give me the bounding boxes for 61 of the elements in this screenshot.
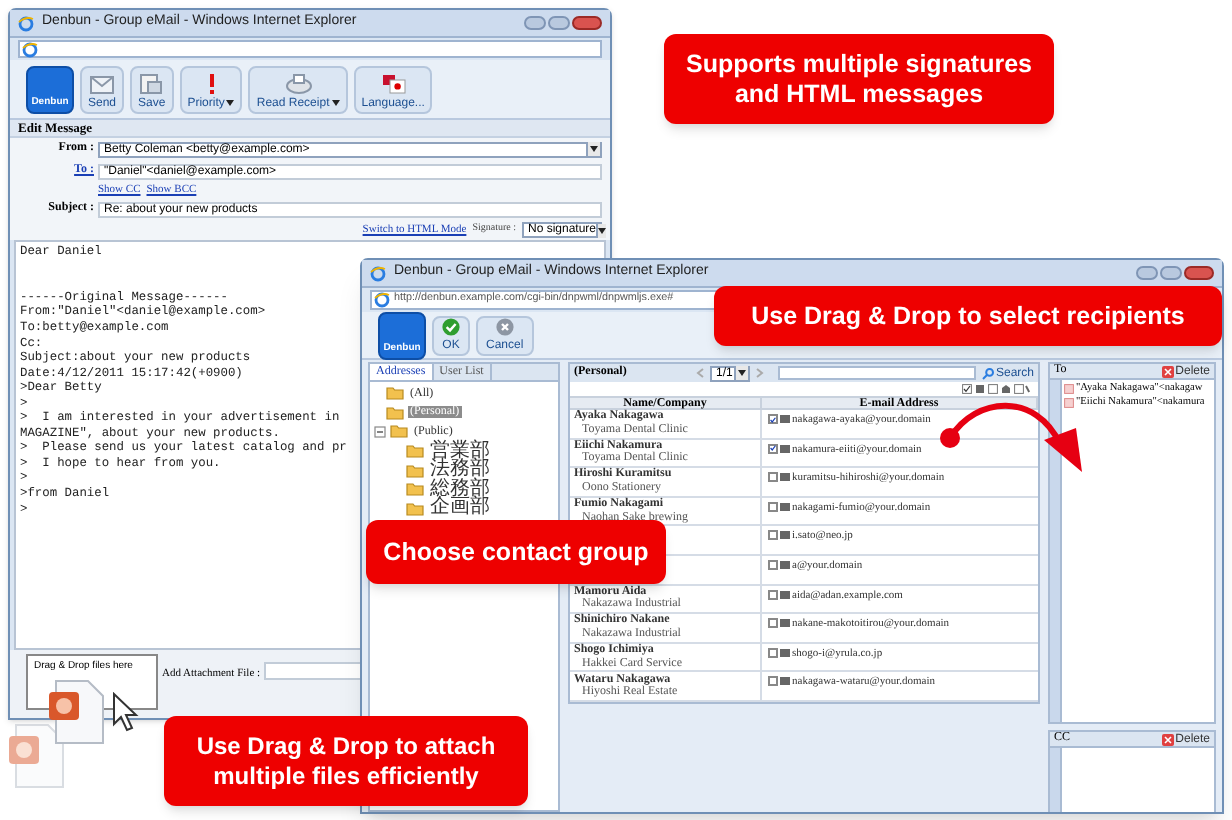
exclamation-icon	[207, 73, 216, 93]
maximize-icon[interactable]	[1160, 266, 1182, 280]
curved-arrow	[940, 402, 1082, 472]
tree-item[interactable]: 総務部	[428, 479, 492, 500]
printer-icon	[285, 73, 312, 93]
caret-icon	[738, 370, 746, 376]
browser-icon	[374, 292, 390, 308]
cross-icon	[495, 317, 514, 335]
document-icon	[140, 73, 163, 93]
checkmark-icon	[770, 415, 776, 423]
contact-card-icon	[780, 647, 790, 658]
tree-item[interactable]: 企画部	[428, 498, 492, 519]
checkbox[interactable]	[768, 443, 778, 454]
checkbox[interactable]	[768, 647, 778, 658]
checkbox[interactable]	[768, 589, 778, 600]
caret-icon	[590, 146, 598, 152]
contact-card-icon	[780, 676, 790, 687]
contact-card-icon	[780, 443, 790, 454]
checkbox[interactable]	[768, 501, 778, 512]
flag-icon	[381, 73, 406, 93]
callout-tooltip: Choose contact group	[366, 520, 666, 584]
browser-icon	[18, 15, 34, 31]
browser-icon	[370, 265, 386, 281]
splitter-bar[interactable]	[1050, 380, 1062, 722]
checkbox[interactable]	[768, 414, 778, 424]
close-icon[interactable]	[1184, 266, 1214, 280]
search-icon	[981, 367, 994, 379]
dropdown-caret-icon	[226, 100, 235, 106]
collapse-icon[interactable]	[374, 425, 386, 438]
document-file-icon	[8, 724, 64, 788]
caret-icon	[598, 227, 607, 234]
checkbox[interactable]	[768, 559, 778, 570]
address-bar[interactable]	[18, 40, 602, 58]
callout-tooltip: Supports multiple signatures and HTML messages	[664, 34, 1054, 124]
checkbox[interactable]	[768, 676, 778, 687]
callout-tooltip: Use Drag & Drop to attach multiple files efficiently	[164, 716, 528, 806]
contact-card-icon	[780, 472, 790, 483]
cursor-icon	[112, 692, 140, 732]
tree-item[interactable]: 営業部	[428, 441, 492, 462]
minimize-icon[interactable]	[1136, 266, 1158, 280]
next-page-icon[interactable]	[756, 368, 764, 378]
maximize-icon[interactable]	[548, 16, 570, 30]
contact-card-icon	[780, 501, 790, 512]
contact-card-icon	[780, 414, 790, 424]
checkbox[interactable]	[768, 530, 778, 541]
minimize-icon[interactable]	[524, 16, 546, 30]
contact-card-icon	[780, 618, 790, 629]
checkmark-icon	[770, 444, 776, 453]
list-options-icon[interactable]	[962, 384, 1030, 394]
contact-card-icon	[780, 559, 790, 570]
checkmark-icon	[442, 317, 460, 335]
previous-page-icon[interactable]	[696, 368, 704, 378]
contact-card-icon	[780, 589, 790, 600]
search-field[interactable]	[778, 366, 976, 380]
browser-icon	[22, 41, 38, 57]
contact-card-icon	[780, 530, 790, 541]
dropdown-caret-icon	[331, 100, 340, 106]
close-icon[interactable]	[572, 16, 602, 30]
callout-tooltip: Use Drag & Drop to select recipients	[714, 286, 1222, 346]
checkbox[interactable]	[768, 472, 778, 483]
checkbox[interactable]	[768, 618, 778, 629]
